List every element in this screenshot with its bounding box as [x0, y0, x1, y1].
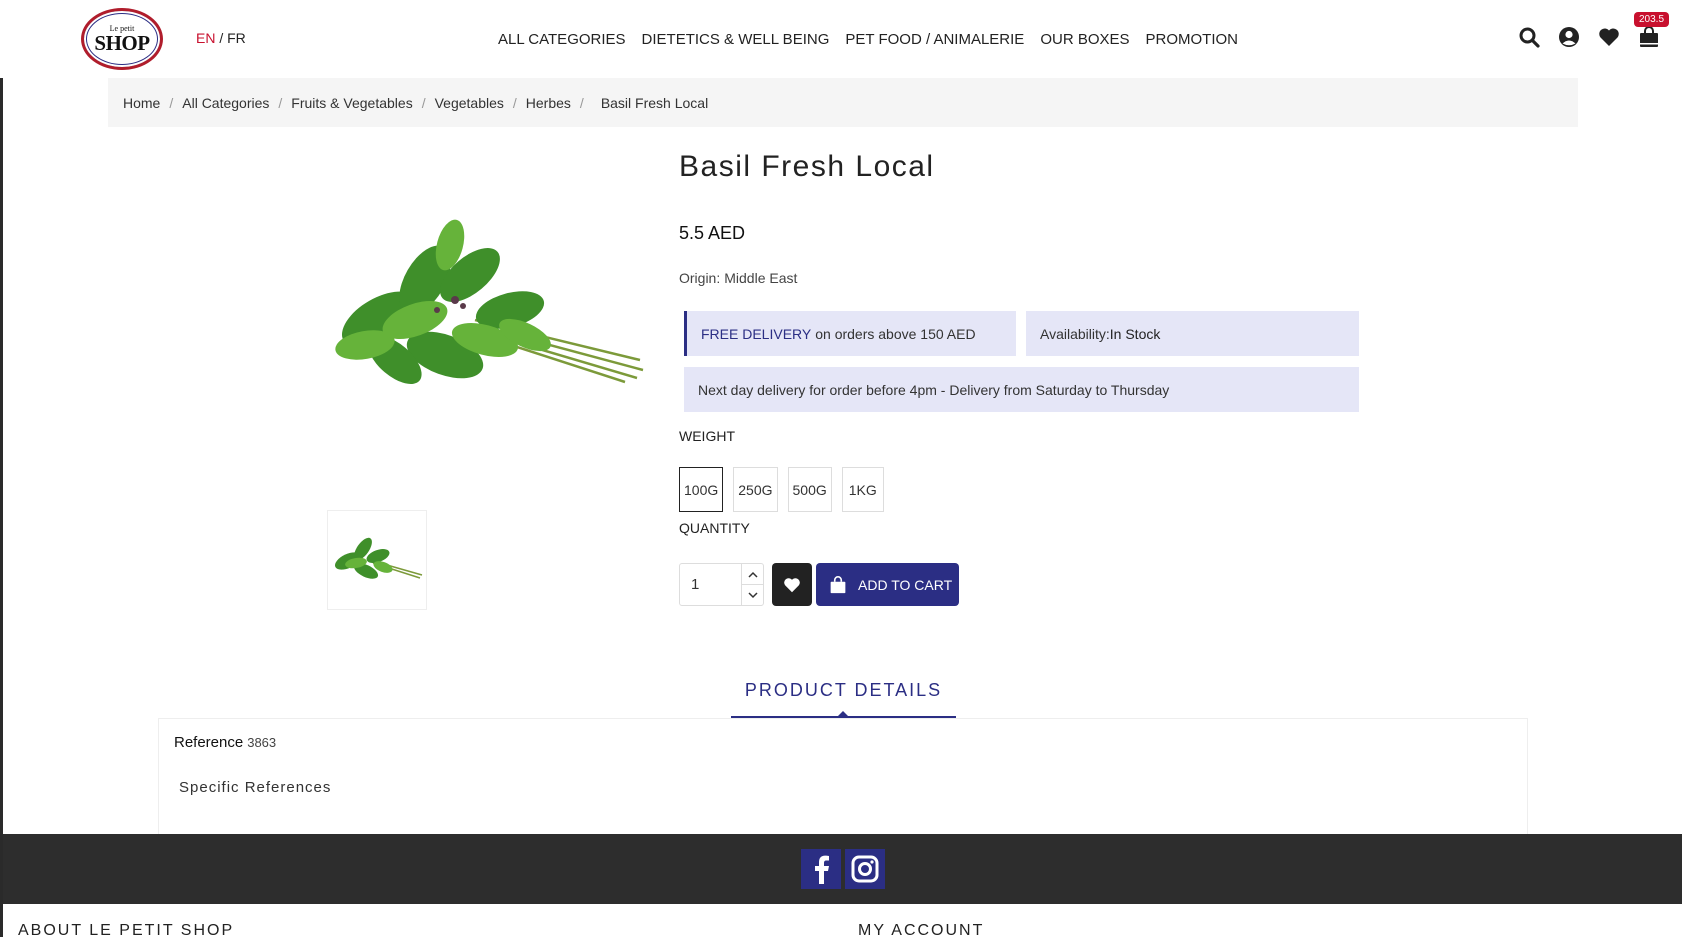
next-day-text: Next day delivery for order before 4pm -… [698, 381, 1170, 398]
product-thumbnail[interactable] [327, 510, 427, 610]
quantity-stepper [679, 563, 764, 606]
tab-active-indicator [837, 711, 849, 717]
logo-big-text: SHOP [94, 30, 150, 55]
breadcrumb-home[interactable]: Home [123, 95, 160, 111]
quantity-decrease-button[interactable] [741, 585, 763, 606]
footer-account-heading: MY ACCOUNT [858, 922, 985, 937]
heart-icon[interactable] [1598, 26, 1620, 48]
weight-option-1kg[interactable]: 1KG [841, 467, 884, 512]
quantity-input[interactable] [681, 565, 741, 604]
nav-our-boxes[interactable]: OUR BOXES [1040, 31, 1129, 48]
breadcrumb-herbes[interactable]: Herbes [526, 95, 571, 111]
chevron-up-icon [747, 571, 758, 578]
origin-value: Middle East [724, 270, 798, 286]
availability-label: Availability: [1040, 325, 1110, 342]
breadcrumb-all-categories[interactable]: All Categories [182, 95, 269, 111]
free-delivery-banner: FREE DELIVERY on orders above 150 AED [684, 311, 1016, 356]
reference-value: 3863 [247, 735, 277, 750]
breadcrumb: Home / All Categories / Fruits & Vegetab… [108, 78, 1578, 127]
product-origin: Origin: Middle East [679, 270, 797, 286]
weight-label: WEIGHT [679, 428, 735, 444]
product-price: 5.5 AED [679, 223, 746, 243]
weight-option-100g[interactable]: 100G [679, 467, 724, 512]
footer-about-heading: ABOUT LE PETIT SHOP [18, 922, 235, 937]
breadcrumb-separator: / [278, 94, 283, 111]
lang-fr-link[interactable]: FR [227, 30, 246, 46]
add-to-wishlist-button[interactable] [772, 563, 812, 606]
shopping-bag-icon [830, 575, 846, 593]
free-delivery-strong: FREE DELIVERY [701, 325, 812, 342]
cart-icon[interactable] [1638, 26, 1660, 48]
chevron-down-icon [747, 592, 758, 599]
breadcrumb-vegetables[interactable]: Vegetables [435, 95, 504, 111]
site-logo[interactable]: Le petit SHOP [81, 8, 163, 70]
account-icon[interactable] [1558, 26, 1580, 48]
main-nav: ALL CATEGORIES DIETETICS & WELL BEING PE… [498, 31, 1238, 48]
specific-references-heading: Specific References [179, 779, 332, 796]
search-icon[interactable] [1518, 26, 1540, 48]
breadcrumb-separator: / [421, 94, 426, 111]
footer-links [3, 904, 1682, 937]
product-main-image[interactable] [325, 160, 650, 490]
nav-all-categories[interactable]: ALL CATEGORIES [498, 31, 626, 48]
breadcrumb-fruits-vegetables[interactable]: Fruits & Vegetables [291, 95, 412, 111]
heart-icon [784, 577, 800, 592]
free-delivery-text: on orders above 150 AED [815, 325, 976, 342]
breadcrumb-separator: / [579, 94, 584, 111]
weight-option-500g[interactable]: 500G [787, 467, 832, 512]
next-day-delivery-banner: Next day delivery for order before 4pm -… [684, 367, 1359, 412]
cart-total-badge: 203.5 [1634, 12, 1670, 27]
lang-separator: / [219, 30, 224, 46]
availability-value: In Stock [1109, 325, 1161, 342]
breadcrumb-current: Basil Fresh Local [600, 94, 709, 111]
add-to-cart-label: ADD TO CART [858, 576, 953, 593]
product-title: Basil Fresh Local [679, 150, 935, 183]
nav-promotion[interactable]: PROMOTION [1146, 31, 1239, 48]
instagram-icon[interactable] [845, 849, 885, 889]
lang-en-link[interactable]: EN [196, 30, 215, 46]
language-switcher: EN / FR [196, 30, 246, 46]
header-icons [1518, 26, 1660, 48]
quantity-increase-button[interactable] [741, 564, 763, 585]
breadcrumb-separator: / [512, 94, 517, 111]
weight-option-250g[interactable]: 250G [733, 467, 778, 512]
window-edge [0, 0, 3, 937]
product-details-panel: Reference 3863 Specific References [158, 718, 1528, 834]
facebook-icon[interactable] [801, 849, 841, 889]
add-to-cart-button[interactable]: ADD TO CART [816, 563, 959, 606]
origin-label: Origin: [679, 270, 721, 286]
availability-banner: Availability: In Stock [1026, 311, 1359, 356]
quantity-label: QUANTITY [679, 520, 750, 536]
weight-options: 100G 250G 500G 1KG [679, 467, 884, 512]
nav-dietetics[interactable]: DIETETICS & WELL BEING [642, 31, 830, 48]
reference-label: Reference [174, 734, 244, 751]
nav-pet-food[interactable]: PET FOOD / ANIMALERIE [845, 31, 1024, 48]
reference-row: Reference 3863 [174, 734, 276, 751]
social-links [801, 849, 885, 889]
breadcrumb-separator: / [169, 94, 174, 111]
site-header: Le petit SHOP EN / FR ALL CATEGORIES DIE… [0, 0, 1682, 78]
